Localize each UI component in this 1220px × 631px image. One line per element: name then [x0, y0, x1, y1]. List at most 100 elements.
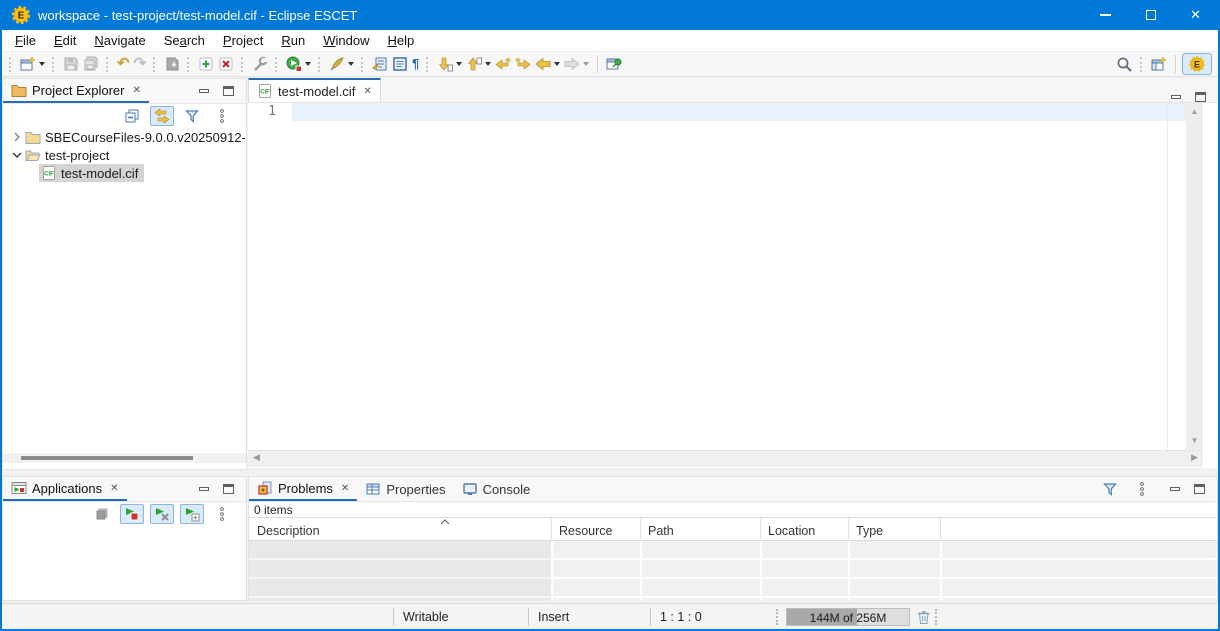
line-number: 1: [268, 104, 276, 119]
project-tree: SBECourseFiles-9.0.0.v20250912-16241 tes…: [3, 128, 246, 182]
minimize-view-icon[interactable]: [199, 89, 209, 93]
close-tab-icon[interactable]: ✕: [363, 86, 371, 97]
scroll-left-icon[interactable]: ◀: [253, 452, 260, 463]
open-declaration-button[interactable]: [370, 53, 390, 75]
outline-button[interactable]: [390, 53, 410, 75]
tree-item-test-model-cif[interactable]: CIF test-model.cif: [3, 164, 246, 182]
next-edit-location-button[interactable]: [513, 53, 533, 75]
editor-text-area[interactable]: 1 ▲ ▼: [248, 103, 1218, 450]
menu-navigate[interactable]: Navigate: [85, 31, 154, 50]
close-view-icon[interactable]: ✕: [341, 483, 349, 494]
editor-vertical-scrollbar[interactable]: ▲ ▼: [1186, 103, 1203, 450]
sash-vertical[interactable]: [247, 78, 248, 601]
items-count: 0 items: [249, 502, 1217, 518]
editor-tab-test-model-cif[interactable]: CIF test-model.cif ✕: [248, 78, 381, 102]
back-button[interactable]: [533, 53, 562, 75]
undo-button[interactable]: ↶: [115, 53, 132, 75]
column-header-description[interactable]: Description: [257, 524, 320, 538]
maximize-button[interactable]: [1128, 0, 1173, 30]
minimize-button[interactable]: [1083, 0, 1128, 30]
collapse-all-button[interactable]: [120, 106, 144, 126]
tree-item-test-project[interactable]: test-project: [3, 146, 246, 164]
show-whitespace-button[interactable]: ¶: [410, 53, 421, 75]
tab-applications[interactable]: Applications ✕: [3, 477, 127, 501]
minimize-view-icon[interactable]: [1170, 487, 1180, 491]
tab-console[interactable]: Console: [454, 477, 539, 501]
heap-status-text: 144M of 256M: [787, 611, 909, 625]
column-divider[interactable]: [551, 518, 552, 540]
column-header-path[interactable]: Path: [648, 524, 674, 538]
maximize-view-icon[interactable]: [223, 484, 234, 494]
maximize-view-icon[interactable]: [1195, 92, 1206, 102]
open-perspective-button[interactable]: [1149, 53, 1169, 75]
sash-horizontal-right[interactable]: [248, 468, 1218, 476]
filter-button[interactable]: [180, 106, 204, 126]
previous-annotation-button[interactable]: [464, 53, 493, 75]
tab-properties[interactable]: Properties: [357, 477, 453, 501]
column-header-location[interactable]: Location: [768, 524, 815, 538]
terminate-all-toggle[interactable]: [120, 504, 144, 524]
view-menu-button[interactable]: [210, 504, 234, 524]
previous-edit-location-button[interactable]: [493, 53, 513, 75]
tab-project-explorer[interactable]: Project Explorer ✕: [3, 79, 149, 103]
close-button[interactable]: ✕: [1173, 0, 1218, 30]
escet-perspective-button[interactable]: E: [1182, 53, 1212, 75]
next-annotation-button[interactable]: [435, 53, 464, 75]
sash-horizontal-left[interactable]: [2, 470, 247, 476]
new-wizard-button[interactable]: [18, 53, 47, 75]
import-button[interactable]: [162, 53, 182, 75]
scroll-right-icon[interactable]: ▶: [1191, 452, 1198, 463]
save-all-button[interactable]: [81, 53, 101, 75]
applications-body[interactable]: [3, 526, 246, 600]
menu-project[interactable]: Project: [214, 31, 272, 50]
column-divider[interactable]: [848, 518, 849, 540]
editor-horizontal-scrollbar[interactable]: ◀ ▶: [248, 450, 1203, 467]
forward-button[interactable]: [562, 53, 591, 75]
chevron-down-icon[interactable]: [9, 147, 25, 163]
pilcrow-icon: ¶: [412, 56, 419, 72]
remove-terminated-button[interactable]: [90, 504, 114, 524]
menu-bar: File Edit Navigate Search Project Run Wi…: [2, 30, 1218, 52]
column-divider[interactable]: [640, 518, 641, 540]
menu-run[interactable]: Run: [272, 31, 314, 50]
wrench-button[interactable]: [250, 53, 270, 75]
run-garbage-collector-button[interactable]: [916, 609, 931, 628]
menu-help[interactable]: Help: [378, 31, 423, 50]
run-tool-button[interactable]: [284, 53, 313, 75]
tab-problems[interactable]: Problems ✕: [249, 477, 357, 501]
auto-expand-toggle[interactable]: [180, 504, 204, 524]
menu-edit[interactable]: Edit: [45, 31, 85, 50]
scrollbar-thumb[interactable]: [21, 456, 193, 460]
close-view-icon[interactable]: ✕: [110, 483, 118, 494]
auto-remove-toggle[interactable]: [150, 504, 174, 524]
save-button[interactable]: [61, 53, 81, 75]
menu-window[interactable]: Window: [314, 31, 378, 50]
menu-search[interactable]: Search: [155, 31, 214, 50]
scroll-down-icon[interactable]: ▼: [1186, 434, 1203, 448]
quill-button[interactable]: [327, 53, 356, 75]
maximize-view-icon[interactable]: [1194, 484, 1205, 494]
tree-item-sbecoursefiles[interactable]: SBECourseFiles-9.0.0.v20250912-16241: [3, 128, 246, 146]
chevron-right-icon[interactable]: [9, 129, 25, 145]
pin-editor-button[interactable]: [604, 53, 624, 75]
link-with-editor-toggle[interactable]: [150, 106, 174, 126]
close-view-icon[interactable]: ✕: [132, 85, 140, 96]
redo-button[interactable]: ↷: [132, 53, 149, 75]
column-divider[interactable]: [940, 518, 941, 540]
maximize-view-icon[interactable]: [223, 86, 234, 96]
scroll-up-icon[interactable]: ▲: [1186, 105, 1203, 119]
column-divider[interactable]: [760, 518, 761, 540]
menu-file[interactable]: File: [6, 31, 45, 50]
column-header-resource[interactable]: Resource: [559, 524, 613, 538]
filter-button[interactable]: [1098, 479, 1122, 499]
problems-table-body[interactable]: [249, 541, 1217, 601]
add-check-button[interactable]: [196, 53, 216, 75]
search-button[interactable]: [1114, 53, 1135, 75]
remove-check-button[interactable]: [216, 53, 236, 75]
minimize-view-icon[interactable]: [199, 487, 209, 491]
view-menu-button[interactable]: [1130, 479, 1154, 499]
column-header-type[interactable]: Type: [856, 524, 883, 538]
minimize-view-icon[interactable]: [1171, 95, 1181, 99]
explorer-horizontal-scrollbar[interactable]: [3, 453, 246, 463]
view-menu-button[interactable]: [210, 106, 234, 126]
